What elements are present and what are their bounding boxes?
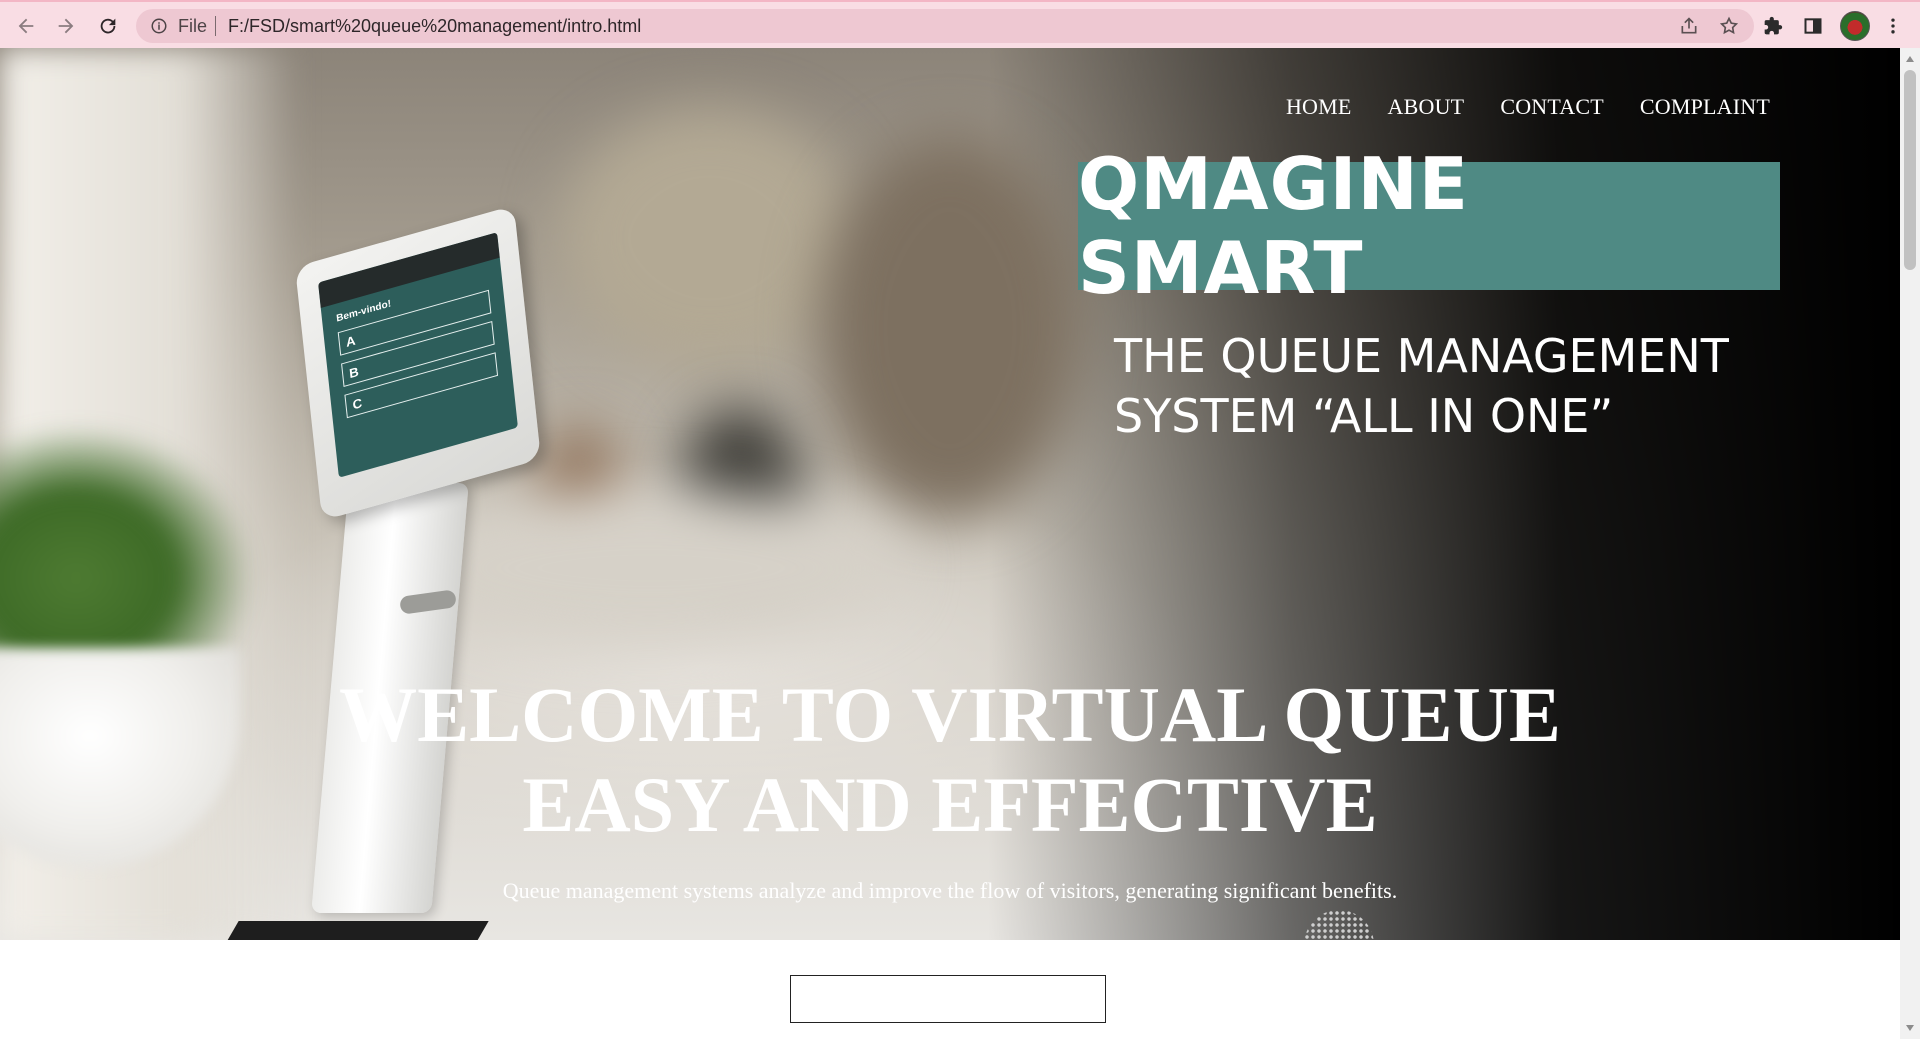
brand-tagline: THE QUEUE MANAGEMENT SYSTEM “ALL IN ONE” bbox=[1114, 329, 1729, 443]
background-blur bbox=[560, 108, 860, 368]
profile-avatar[interactable] bbox=[1840, 11, 1870, 41]
extensions-icon[interactable] bbox=[1760, 13, 1786, 39]
url-text[interactable]: F:/FSD/smart%20queue%20management/intro.… bbox=[228, 16, 641, 37]
headline-line-2: EASY AND EFFECTIVE bbox=[522, 761, 1378, 848]
star-icon[interactable] bbox=[1718, 15, 1740, 37]
reload-icon[interactable] bbox=[94, 12, 122, 40]
brand-title: QMAGINE SMART bbox=[1078, 142, 1469, 310]
hero-subtext: Queue management systems analyze and imp… bbox=[502, 878, 1398, 903]
hero-section: Bem-vindo! A B C HOME ABOUT CONTACT COMP… bbox=[0, 48, 1900, 940]
hero-headline: WELCOME TO VIRTUAL QUEUE EASY AND EFFECT… bbox=[250, 670, 1650, 850]
background-blur bbox=[820, 138, 1080, 518]
info-icon[interactable] bbox=[150, 17, 168, 35]
scroll-down-icon[interactable] bbox=[1906, 1025, 1914, 1031]
brand-banner: QMAGINE SMART bbox=[1078, 142, 1780, 310]
scrollbar-thumb[interactable] bbox=[1904, 70, 1916, 270]
nav-link-about[interactable]: ABOUT bbox=[1388, 94, 1465, 120]
decorative-dots bbox=[1304, 910, 1374, 940]
file-scheme-label: File bbox=[178, 15, 208, 36]
page-viewport: Bem-vindo! A B C HOME ABOUT CONTACT COMP… bbox=[0, 48, 1900, 1039]
divider bbox=[215, 16, 217, 36]
empty-box[interactable] bbox=[790, 975, 1106, 1023]
headline-line-1: WELCOME TO VIRTUAL QUEUE bbox=[339, 671, 1561, 758]
share-icon[interactable] bbox=[1678, 15, 1700, 37]
scroll-up-icon[interactable] bbox=[1906, 56, 1914, 62]
page-scrollbar[interactable] bbox=[1900, 48, 1920, 1039]
side-panel-icon[interactable] bbox=[1800, 13, 1826, 39]
address-bar[interactable]: File F:/FSD/smart%20queue%20management/i… bbox=[136, 9, 1754, 43]
nav-link-home[interactable]: HOME bbox=[1286, 94, 1352, 120]
back-arrow-icon[interactable] bbox=[12, 12, 40, 40]
kiosk-base bbox=[221, 921, 489, 940]
nav-link-contact[interactable]: CONTACT bbox=[1500, 94, 1604, 120]
main-navigation: HOME ABOUT CONTACT COMPLAINT bbox=[1286, 94, 1770, 120]
more-menu-icon[interactable] bbox=[1880, 13, 1906, 39]
nav-link-complaint[interactable]: COMPLAINT bbox=[1640, 94, 1770, 120]
browser-toolbar: File F:/FSD/smart%20queue%20management/i… bbox=[0, 0, 1920, 48]
forward-arrow-icon[interactable] bbox=[52, 12, 80, 40]
